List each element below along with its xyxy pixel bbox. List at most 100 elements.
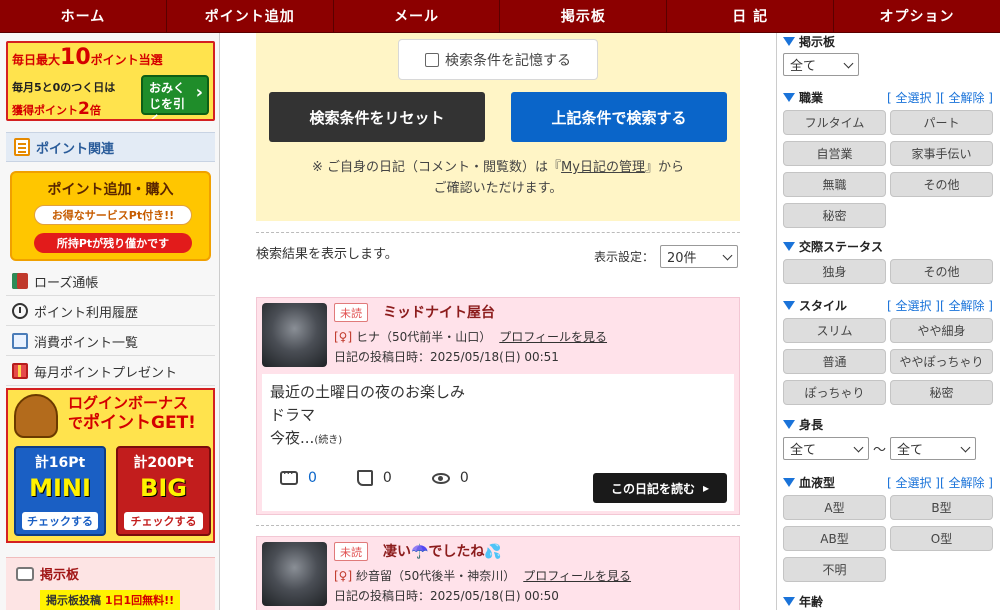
search-button[interactable]: 上記条件で検索する [511,92,727,142]
menu-consumed-points[interactable]: 消費ポイント一覧 [6,327,215,356]
job-household[interactable]: 家事手伝い [890,141,993,166]
triangle-down-icon [783,478,795,487]
blood-unknown[interactable]: 不明 [783,557,886,582]
buy-points-banner[interactable]: ポイント追加・購入 お得なサービスPt付き!! 所持Ptが残り僅かです [10,171,211,261]
select-all-link[interactable]: [ 全選択 ] [887,91,940,105]
triangle-down-icon [783,37,795,46]
comment-count[interactable]: 0 [280,467,317,486]
post-date: 日記の投稿日時：2025/05/18(日) 00:51 [334,350,559,364]
points-section-header: ポイント関連 [6,132,215,162]
filter-job: 職業[ 全選択 ][ 全解除 ] フルタイム パート 自営業 家事手伝い 無職 … [783,89,993,228]
profile-link[interactable]: プロフィールを見る [499,330,607,344]
job-selfemployed[interactable]: 自営業 [783,141,886,166]
omikuji-banner[interactable]: 毎日最大10ポイント当選 毎月5と0のつく日は 獲得ポイント2倍 おみくじを引く [6,41,215,121]
triangle-down-icon [783,301,795,310]
banner-line2: 毎月5と0のつく日は [12,81,116,94]
diary-card: 未読 ミッドナイト屋台 [♀] ヒナ（50代前半・山口） プロフィールを見る 日記… [256,297,740,515]
mini-check-button[interactable]: チェックする [22,512,98,530]
diary-body: 最近の土曜日の夜のお楽しみ ドラマ 今夜...(続き) 0 0 0 この日記を読… [262,374,734,511]
relation-other[interactable]: その他 [890,259,993,284]
display-count-select[interactable]: 20件 [660,245,739,268]
result-text: 検索結果を表示します。 [256,247,398,262]
triangle-down-icon [783,242,795,251]
banner-line1: 毎日最大10ポイント当選 [12,45,163,70]
blood-b[interactable]: B型 [890,495,993,520]
clock-icon [12,303,28,319]
gift-icon [12,363,28,379]
eye-icon [431,472,450,484]
bbs-section: 掲示板 掲示板投稿 1日1回無料!! [6,557,215,610]
divider [256,232,740,233]
read-diary-button[interactable]: この日記を読む ▸ [593,473,727,503]
triangle-down-icon [783,420,795,429]
job-other[interactable]: その他 [890,172,993,197]
checkbox-icon[interactable] [425,52,439,67]
job-secret[interactable]: 秘密 [783,203,886,228]
select-all-link[interactable]: [ 全選択 ] [887,476,940,490]
big-bonus[interactable]: 計200Pt BIG チェックする [116,446,211,536]
login-bonus-banner: ログインボーナス でポイントGET! 計16Pt MINI チェックする 計200… [6,388,215,543]
select-all-link[interactable]: [ 全選択 ] [887,299,940,313]
chat-icon [16,566,34,581]
job-parttime[interactable]: パート [890,110,993,135]
bbs-free-note: 掲示板投稿 1日1回無料!! [40,590,181,610]
filter-board: 掲示板 全て [783,33,993,76]
relation-single[interactable]: 独身 [783,259,886,284]
diary-title[interactable]: 凄い☂️でしたね💦 [383,541,502,561]
search-panel: 検索条件を記憶する 検索条件をリセット 上記条件で検索する ※ ご自身の日記（コ… [256,33,740,221]
filter-sidebar: 掲示板 全て 職業[ 全選択 ][ 全解除 ] フルタイム パート 自営業 家事… [776,33,1000,610]
view-count: 0 [431,470,469,486]
blood-a[interactable]: A型 [783,495,886,520]
notice-text: ※ ご自身の日記（コメント・閲覧数）は『My日記の管理』から ご確認いただけます… [312,160,684,196]
job-fulltime[interactable]: フルタイム [783,110,886,135]
like-count[interactable]: 0 [356,470,392,486]
chevron-right-icon: ▸ [702,481,710,495]
blood-o[interactable]: O型 [890,526,993,551]
clear-all-link[interactable]: [ 全解除 ] [940,299,993,313]
blood-ab[interactable]: AB型 [783,526,886,551]
style-slender[interactable]: やや細身 [890,318,993,343]
style-slightly-chubby[interactable]: ややぽっちゃり [890,349,993,374]
book-icon [12,273,28,289]
document-icon [14,138,30,156]
nav-home[interactable]: ホーム [0,0,167,32]
diary-title[interactable]: ミッドナイト屋台 [383,302,495,322]
style-secret[interactable]: 秘密 [890,380,993,405]
style-chubby[interactable]: ぽっちゃり [783,380,886,405]
clear-all-link[interactable]: [ 全解除 ] [940,476,993,490]
menu-monthly-present[interactable]: 毎月ポイントプレゼント [6,357,215,386]
filter-style: スタイル[ 全選択 ][ 全解除 ] スリム やや細身 普通 ややぽっちゃり ぽ… [783,297,993,405]
user-info: [♀] 紗音留（50代後半・神奈川） プロフィールを見る [334,569,632,583]
height-from-select[interactable]: 全て [783,437,869,460]
diary-card: 未読 凄い☂️でしたね💦 [♀] 紗音留（50代後半・神奈川） プロフィールを見る… [256,536,740,610]
height-to-select[interactable]: 全て [890,437,977,460]
user-photo[interactable] [262,542,327,606]
nav-add-points[interactable]: ポイント追加 [167,0,334,32]
nav-diary[interactable]: 日 記 [667,0,835,32]
my-diary-link[interactable]: My日記の管理 [561,160,645,175]
diary-stats: 0 0 0 [280,467,469,486]
nav-mail[interactable]: メール [334,0,501,32]
reset-button[interactable]: 検索条件をリセット [269,92,485,142]
low-points-pill: 所持Ptが残り僅かです [34,233,192,253]
service-pill: お得なサービスPt付き!! [34,205,192,225]
user-photo[interactable] [262,303,327,367]
nav-options[interactable]: オプション [834,0,1000,32]
post-date: 日記の投稿日時：2025/05/18(日) 00:50 [334,589,559,603]
job-unemployed[interactable]: 無職 [783,172,886,197]
mini-bonus[interactable]: 計16Pt MINI チェックする [14,446,106,536]
nav-bbs[interactable]: 掲示板 [500,0,668,32]
clear-all-link[interactable]: [ 全解除 ] [940,91,993,105]
left-sidebar: 毎日最大10ポイント当選 毎月5と0のつく日は 獲得ポイント2倍 おみくじを引く… [0,33,220,610]
top-nav: ホーム ポイント追加 メール 掲示板 日 記 オプション [0,0,1000,33]
menu-rose-passbook[interactable]: ローズ通帳 [6,267,215,296]
board-select[interactable]: 全て [783,53,859,76]
style-slim[interactable]: スリム [783,318,886,343]
buy-points-title: ポイント追加・購入 [47,182,174,198]
menu-point-history[interactable]: ポイント利用履歴 [6,297,215,326]
big-check-button[interactable]: チェックする [124,512,203,530]
omikuji-button[interactable]: おみくじを引く [141,75,209,119]
style-normal[interactable]: 普通 [783,349,886,374]
remember-checkbox[interactable]: 検索条件を記憶する [398,39,598,80]
profile-link[interactable]: プロフィールを見る [523,569,631,583]
